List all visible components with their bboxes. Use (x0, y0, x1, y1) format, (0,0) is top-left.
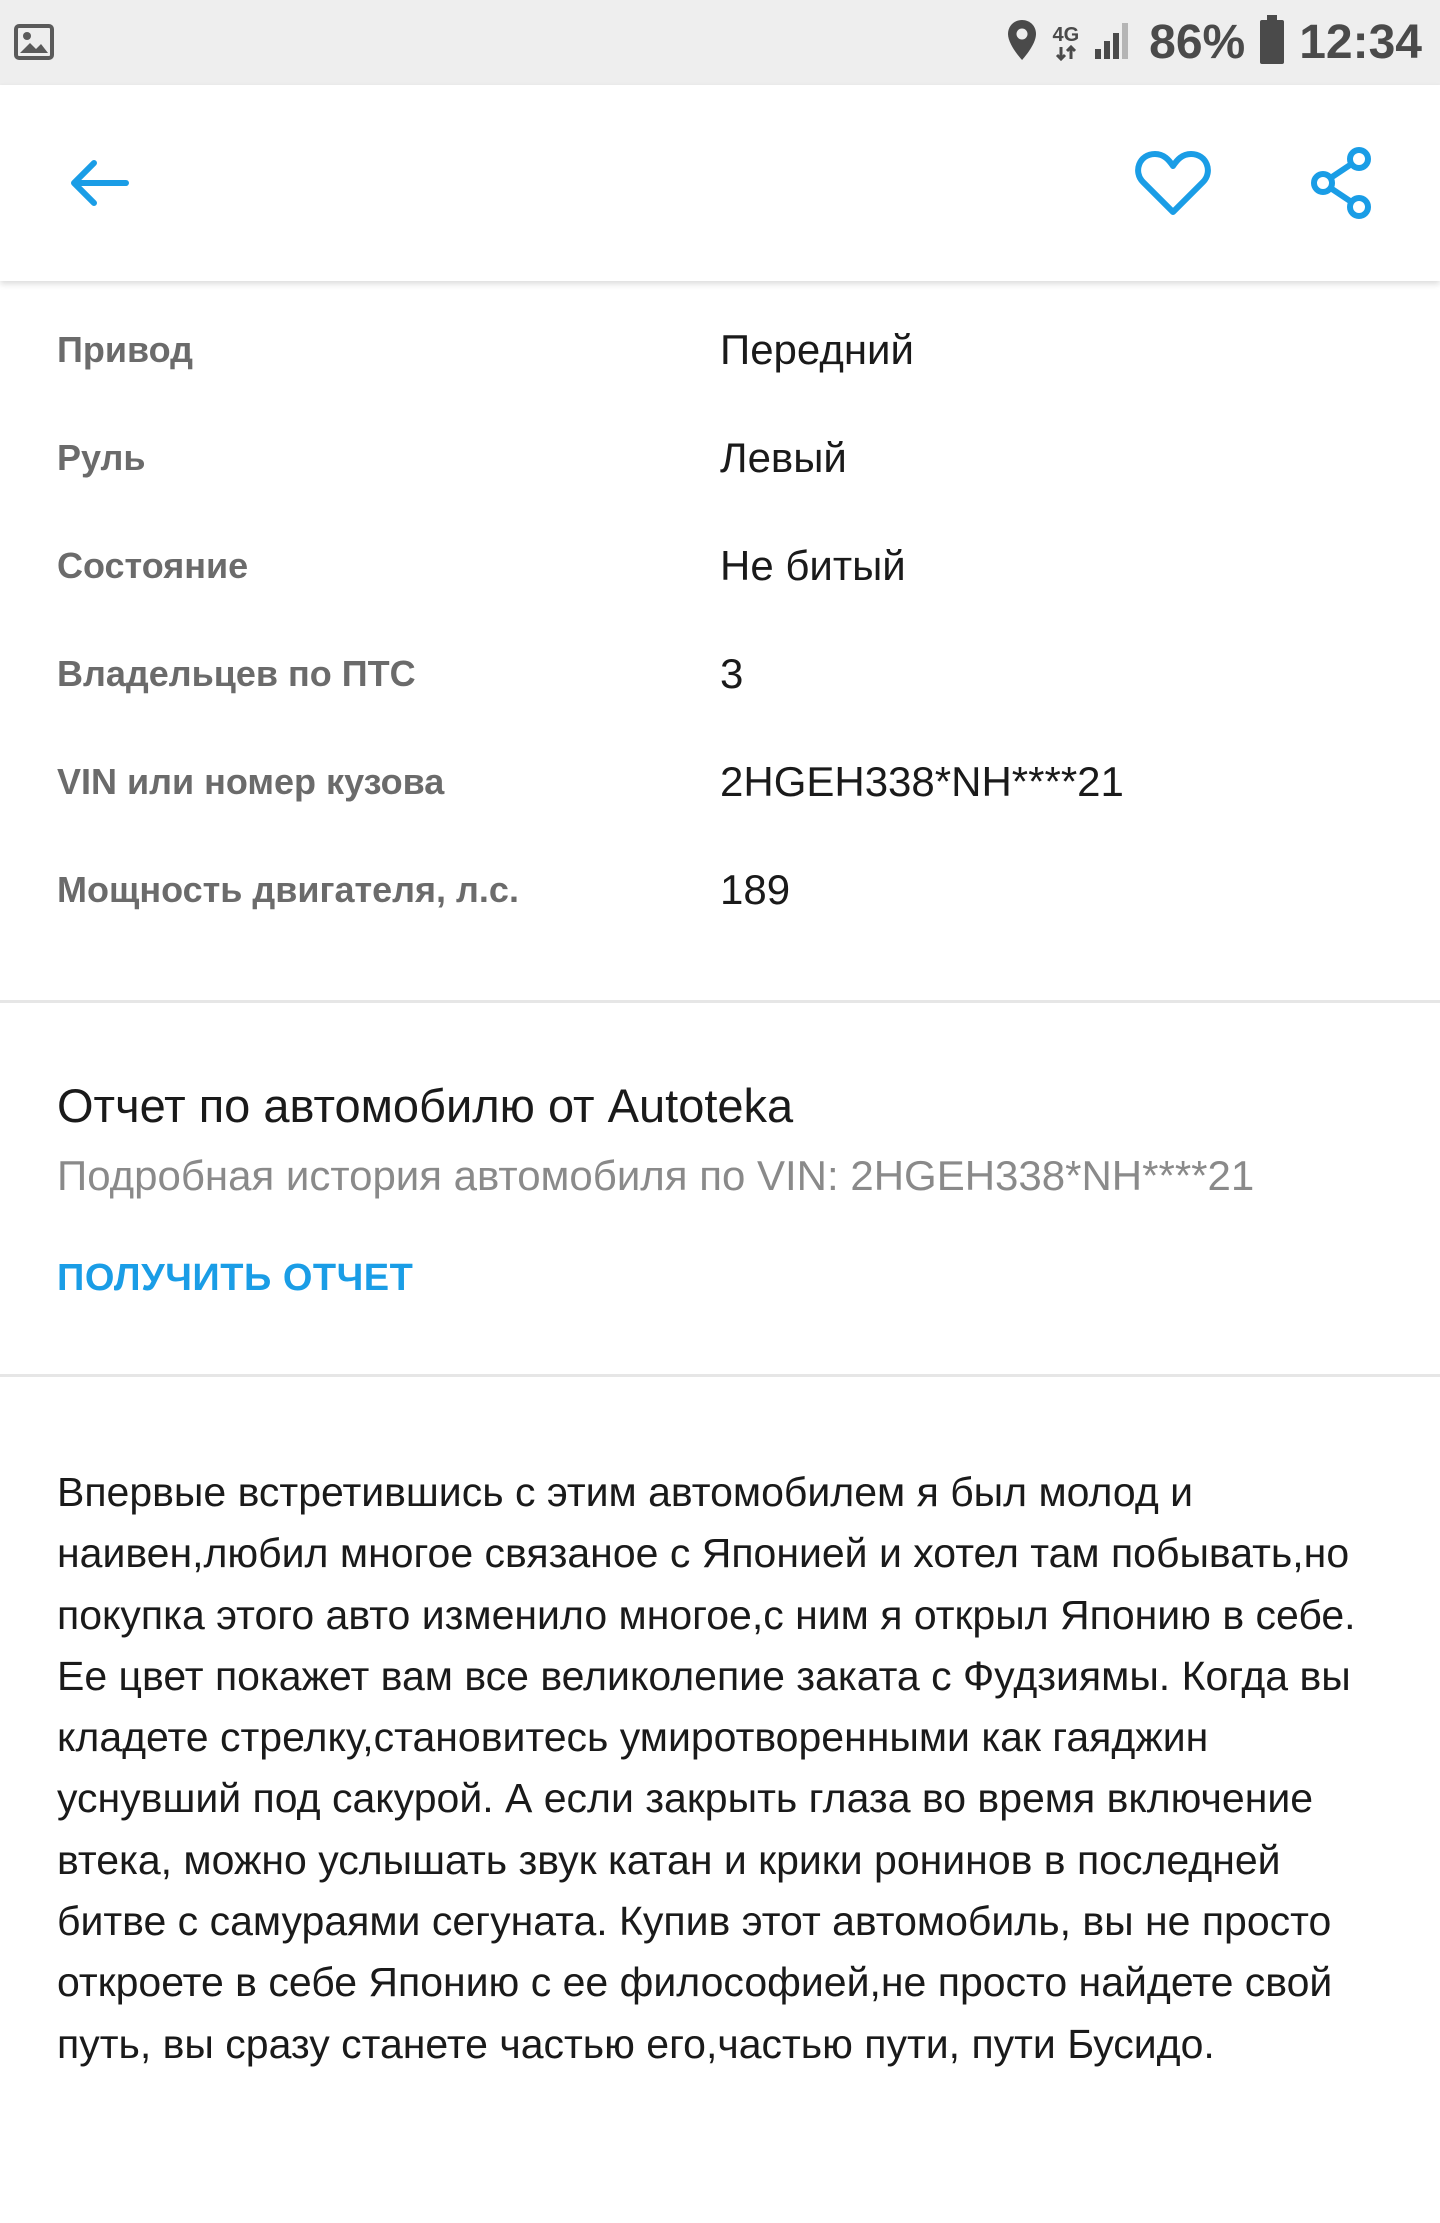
spec-value: Не битый (720, 542, 906, 589)
battery-percent: 86% (1149, 16, 1246, 69)
heart-icon[interactable] (1130, 85, 1216, 281)
gallery-notification-icon (14, 22, 54, 67)
spec-label: Привод (57, 329, 194, 370)
get-report-button[interactable]: ПОЛУЧИТЬ ОТЧЕТ (57, 1257, 413, 1300)
description-paragraph: Ее цвет покажет вам все великолепие зака… (57, 1652, 1351, 2067)
spec-row-steering: Руль Левый (0, 404, 1440, 512)
signal-icon (1093, 19, 1135, 66)
spec-label: Состояние (57, 545, 249, 586)
network-type-icon: 4G (1052, 25, 1079, 61)
divider (0, 1374, 1440, 1377)
report-title: Отчет по автомобилю от Autoteka (57, 1079, 794, 1132)
clock: 12:34 (1299, 16, 1422, 69)
share-icon[interactable] (1298, 85, 1384, 281)
spec-row-condition: Состояние Не битый (0, 512, 1440, 620)
spec-label: Владельцев по ПТС (57, 653, 416, 694)
app-bar (0, 85, 1440, 281)
battery-icon (1259, 15, 1285, 70)
spec-value: Передний (720, 326, 914, 373)
spec-value: Левый (720, 434, 847, 481)
report-subtitle: Подробная история автомобиля по VIN: 2HG… (57, 1152, 1255, 1199)
description-paragraph: Впервые встретившись с этим автомобилем … (57, 1469, 1356, 1638)
spec-row-power: Мощность двигателя, л.с. 189 (0, 836, 1440, 944)
spec-row-owners: Владельцев по ПТС 3 (0, 620, 1440, 728)
spec-value: 189 (720, 866, 791, 913)
divider (0, 1000, 1440, 1003)
spec-label: Мощность двигателя, л.с. (57, 869, 519, 910)
spec-label: Руль (57, 437, 146, 478)
location-icon (1006, 18, 1038, 67)
arrow-back-icon[interactable] (56, 85, 142, 281)
spec-row-drive: Привод Передний (0, 296, 1440, 404)
description: Впервые встретившись с этим автомобилем … (57, 1462, 1397, 2075)
spec-row-vin: VIN или номер кузова 2HGEH338*NH****21 (0, 728, 1440, 836)
spec-value: 2HGEH338*NH****21 (720, 758, 1124, 805)
spec-value: 3 (720, 650, 744, 697)
status-bar: 4G 86% 12:34 (0, 0, 1440, 85)
spec-label: VIN или номер кузова (57, 761, 445, 802)
